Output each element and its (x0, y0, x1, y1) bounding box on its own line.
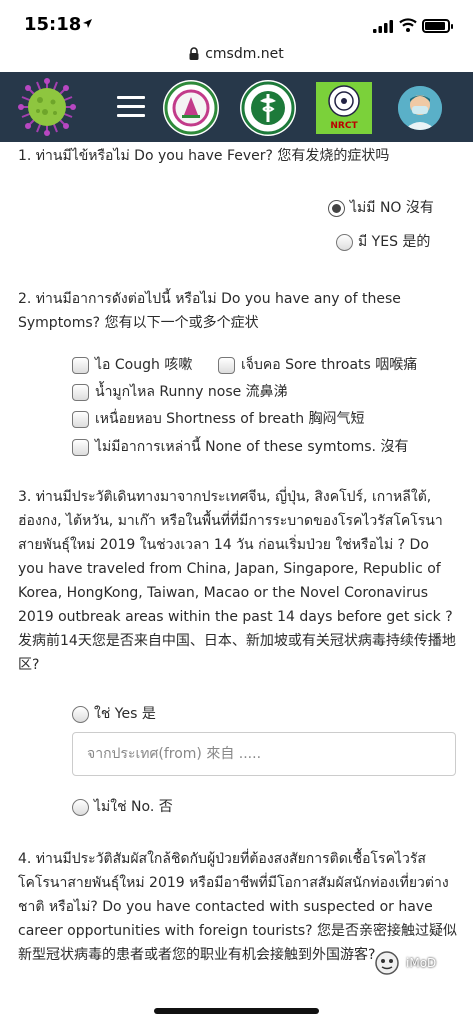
lock-icon (189, 47, 199, 60)
question-3-text: 3. ท่านมีประวัติเดินทางมาจากประเทศจีน, ญ… (18, 489, 456, 673)
q3-country-input[interactable]: จากประเทศ(from) 來自 ..... (72, 732, 456, 776)
q3-yes-label: ใช่ Yes 是 (94, 706, 156, 722)
address-bar[interactable]: cmsdm.net (0, 46, 473, 70)
doctor-avatar[interactable] (398, 86, 442, 130)
question-2-text: 2. ท่านมีอาการดังต่อไปนี้ หรือไม่ Do you… (18, 291, 401, 331)
q2-cough-label: ไอ Cough 咳嗽 (95, 357, 193, 373)
status-bar: 15:18 (0, 0, 473, 46)
university-seal-logo[interactable] (163, 80, 219, 136)
q2-option-shortness-of-breath[interactable]: เหนื่อยหอบ Shortness of breath 胸闷气短 (72, 408, 365, 430)
q1-yes-radio[interactable] (336, 233, 353, 251)
q3-no-label: ไม่ใช่ No. 否 (94, 799, 173, 815)
imod-watermark: iMoD (374, 950, 436, 976)
cellular-signal-icon (373, 20, 393, 33)
q1-no-label: ไม่มี NO 沒有 (350, 200, 434, 216)
status-time: 15:18 (24, 14, 82, 35)
q2-runny-nose-checkbox[interactable] (72, 383, 89, 401)
q2-shortness-checkbox[interactable] (72, 410, 89, 428)
nrct-logo[interactable]: NRCT (316, 82, 372, 134)
q1-option-no[interactable]: ไม่มี NO 沒有 (328, 197, 434, 219)
q2-option-none[interactable]: ไม่มีอาการเหล่านี้ None of these symtoms… (72, 436, 408, 458)
question-4-text: 4. ท่านมีประวัติสัมผัสใกล้ชิดกับผู้ป่วยท… (18, 851, 458, 963)
location-arrow-icon (83, 19, 92, 28)
q2-shortness-label: เหนื่อยหอบ Shortness of breath 胸闷气短 (95, 411, 365, 427)
q3-option-no[interactable]: ไม่ใช่ No. 否 (72, 796, 173, 818)
coronavirus-logo-icon[interactable] (18, 78, 76, 136)
q3-yes-radio[interactable] (72, 705, 89, 723)
url-text: cmsdm.net (205, 46, 284, 62)
q2-none-label: ไม่มีอาการเหล่านี้ None of these symtoms… (95, 439, 409, 455)
question-1-text: 1. ท่านมีไข้หรือไม่ Do you have Fever? 您… (18, 148, 390, 164)
wifi-icon (399, 18, 417, 32)
q1-no-radio[interactable] (328, 199, 345, 217)
watermark-text: iMoD (406, 956, 437, 970)
q3-no-radio[interactable] (72, 798, 89, 816)
q1-yes-label: มี YES 是的 (358, 234, 431, 250)
q2-option-sore-throat[interactable]: เจ็บคอ Sore throats 咽喉痛 (218, 354, 417, 376)
imod-logo-icon (375, 951, 399, 975)
q1-option-yes[interactable]: มี YES 是的 (336, 231, 430, 253)
nrct-label: NRCT (330, 121, 358, 131)
q3-option-yes[interactable]: ใช่ Yes 是 (72, 703, 156, 725)
q2-none-checkbox[interactable] (72, 438, 89, 456)
q2-cough-checkbox[interactable] (72, 356, 89, 374)
battery-icon (422, 19, 453, 33)
q2-sore-throat-label: เจ็บคอ Sore throats 咽喉痛 (241, 357, 418, 373)
q2-option-runny-nose[interactable]: น้ำมูกไหล Runny nose 流鼻涕 (72, 381, 288, 403)
q2-sore-throat-checkbox[interactable] (218, 356, 235, 374)
menu-hamburger-icon[interactable] (117, 96, 145, 118)
q2-option-cough[interactable]: ไอ Cough 咳嗽 (72, 354, 192, 376)
q2-runny-nose-label: น้ำมูกไหล Runny nose 流鼻涕 (95, 384, 288, 400)
site-header: NRCT (0, 72, 473, 142)
ministry-of-public-health-logo[interactable] (240, 80, 296, 136)
home-indicator[interactable] (154, 1008, 319, 1014)
